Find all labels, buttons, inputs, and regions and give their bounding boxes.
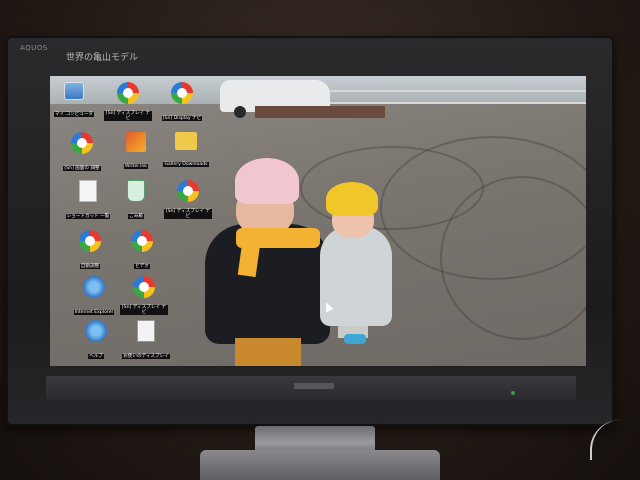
- icon-label: [Sn] 画面の 調整: [63, 166, 101, 172]
- icon-label: ビデオ: [134, 264, 150, 270]
- desktop-screen: マイ コンピュータ [Sn] ディスプレイ ナビ [Sn] Display ナビ…: [50, 76, 586, 366]
- write-icon: [126, 132, 146, 152]
- desktop-icon-screen-adjust[interactable]: [Sn] 画面の 調整: [58, 132, 106, 173]
- media-icon: [133, 276, 155, 298]
- toddler-shoe: [344, 334, 366, 344]
- icon-label: ショートカット 一覧: [65, 214, 111, 220]
- icon-label: Writer.lnk: [124, 164, 148, 170]
- tv-stand-base: [200, 450, 440, 480]
- icon-label: マイ コンピュータ: [53, 112, 95, 118]
- desktop-icon-my-computer[interactable]: マイ コンピュータ: [50, 82, 98, 119]
- desktop-icon-auto-adjust[interactable]: 自動調整: [66, 230, 114, 271]
- tv-caption: 世界の亀山モデル: [66, 53, 139, 63]
- icon-label: [Sn] ディスプレイ ナビ: [104, 110, 152, 122]
- internet-explorer-icon: [85, 320, 107, 342]
- desktop-icon-display-navi-4[interactable]: [Sn] ディスプレイ ナビ: [120, 276, 168, 317]
- ground-track: [300, 146, 484, 230]
- tv-logo: [294, 383, 334, 389]
- toddler-yellow-hat: [326, 182, 378, 216]
- media-icon: [79, 230, 101, 252]
- media-icon: [177, 180, 199, 202]
- icon-label: 自動調整: [79, 264, 101, 270]
- media-icon: [71, 132, 93, 154]
- media-icon: [131, 230, 153, 252]
- internet-explorer-icon: [83, 276, 105, 298]
- desktop-icon-shortcut-list[interactable]: ショートカット 一覧: [64, 180, 112, 221]
- recycle-bin-icon: [127, 180, 145, 202]
- desktop-icon-help[interactable]: ヘルプ: [72, 320, 120, 361]
- car-wheel: [234, 106, 246, 118]
- wallpaper-planter: [255, 106, 385, 118]
- child-pink-hat: [235, 158, 299, 204]
- document-icon: [79, 180, 97, 202]
- toddler-snowsuit: [320, 226, 392, 326]
- icon-label: [Sn] Display ナビ: [161, 116, 203, 122]
- desktop-icon-display-navi[interactable]: [Sn] ディスプレイ ナビ: [104, 82, 152, 123]
- desktop-icon-internet-explorer[interactable]: Internet Explorer: [70, 276, 118, 317]
- desktop-icon-display-navi-3[interactable]: [Sn] ディスプレイ ナビ: [164, 180, 212, 221]
- icon-label: Internet Explorer: [73, 310, 115, 316]
- computer-icon: [64, 82, 84, 100]
- desktop-icon-writer[interactable]: Writer.lnk: [112, 132, 160, 171]
- child-pants: [235, 338, 301, 366]
- folder-icon: [175, 132, 197, 150]
- power-led: [511, 391, 515, 395]
- media-icon: [171, 82, 193, 104]
- desktop-icon-recycle-bin[interactable]: ごみ箱: [112, 180, 160, 221]
- spreadsheet-icon: [137, 320, 155, 342]
- tv-brand-label: AQUOS: [20, 44, 48, 52]
- icon-label: [Sn] ディスプレイ ナビ: [120, 304, 168, 316]
- media-icon: [117, 82, 139, 104]
- icon-label: ごみ箱: [128, 214, 144, 220]
- icon-label: Gallery Downloads: [163, 162, 209, 168]
- icon-label: お使いのディスプレイ: [122, 354, 170, 360]
- desktop-icon-your-display[interactable]: お使いのディスプレイ: [122, 320, 170, 361]
- desktop-icon-display-navi-2[interactable]: [Sn] Display ナビ: [158, 82, 206, 123]
- desktop-icon-video[interactable]: ビデオ: [118, 230, 166, 271]
- desktop-icon-gallery-downloads[interactable]: Gallery Downloads: [162, 132, 210, 169]
- icon-label: [Sn] ディスプレイ ナビ: [164, 208, 212, 220]
- icon-label: ヘルプ: [88, 354, 104, 360]
